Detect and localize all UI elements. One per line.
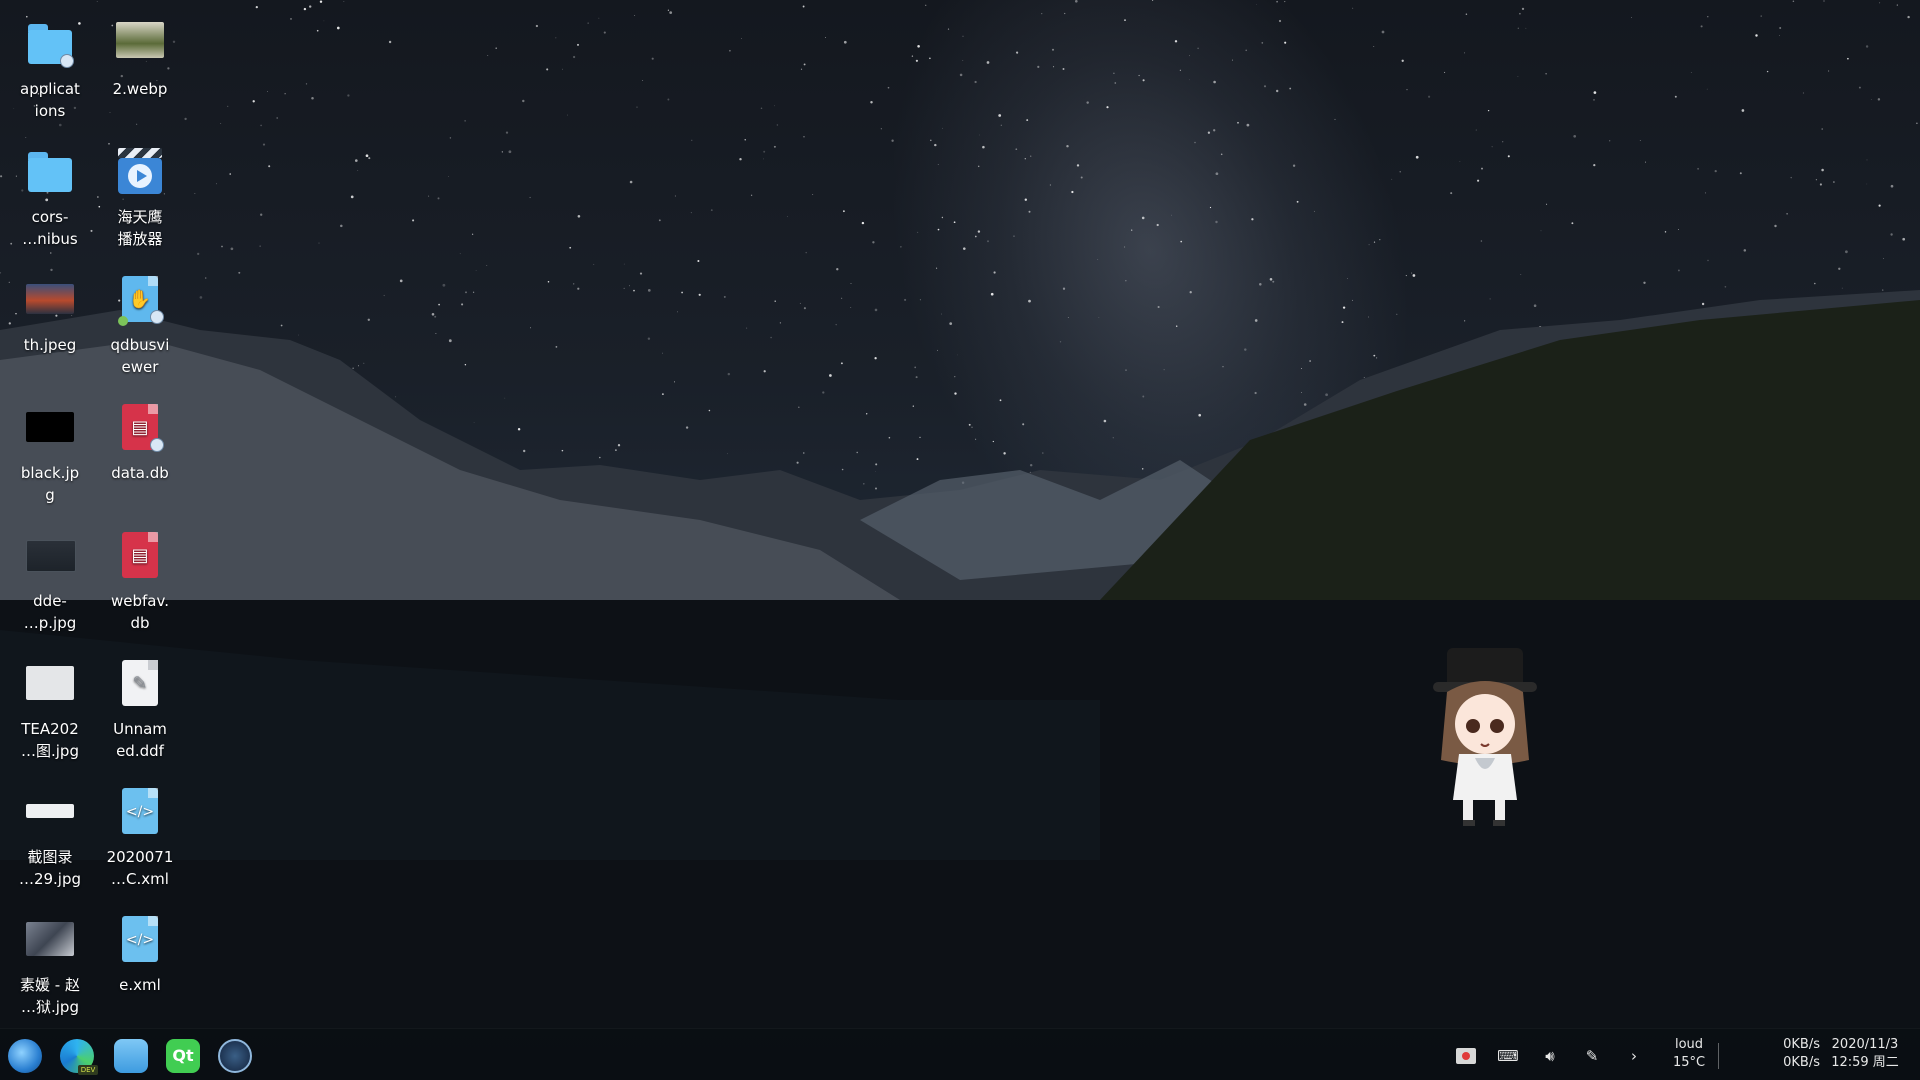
desktop-icon-data-db[interactable]: ▤ data.db bbox=[94, 384, 186, 506]
volume-icon[interactable]: 🔊︎ bbox=[1536, 1042, 1564, 1070]
desktop-icon-dde-jpg[interactable]: dde- …p.jpg bbox=[4, 512, 96, 634]
image-thumbnail-icon bbox=[24, 914, 76, 966]
video-player-icon bbox=[114, 146, 166, 198]
weather-widget[interactable]: loud 15°C bbox=[1664, 1036, 1714, 1072]
system-monitor-icon[interactable] bbox=[218, 1039, 252, 1073]
app-store-icon[interactable] bbox=[114, 1039, 148, 1073]
folder-icon bbox=[24, 18, 76, 70]
weather-condition: loud bbox=[1674, 1037, 1704, 1052]
network-upload-speed: 0KB/s bbox=[1783, 1037, 1820, 1052]
app-icon: ✋ bbox=[114, 274, 166, 326]
desktop-icon-suyuan-jpg[interactable]: 素媛 - 赵 …狱.jpg bbox=[4, 896, 96, 1018]
database-file-icon: ▤ bbox=[114, 402, 166, 454]
desktop-icon-screenshot-jpg[interactable]: 截图录 …29.jpg bbox=[4, 768, 96, 890]
taskbar: DEV Qt ⌨ 🔊︎ ✎ › loud 15°C 0KB/s 0KB/s 20… bbox=[0, 1028, 1920, 1080]
xml-file-icon: </> bbox=[114, 914, 166, 966]
desktop-icon-cors-nibus[interactable]: cors- …nibus bbox=[4, 128, 96, 250]
desktop-icon-2-webp[interactable]: 2.webp bbox=[94, 0, 186, 122]
desktop-icon-unnamed-ddf[interactable]: ✎ Unnam ed.ddf bbox=[94, 640, 186, 762]
image-thumbnail-icon bbox=[24, 786, 76, 838]
deepin-launcher-icon[interactable] bbox=[8, 1039, 42, 1073]
tray-separator bbox=[1718, 1043, 1719, 1069]
image-thumbnail-icon bbox=[24, 530, 76, 582]
desktop-icon-th-jpeg[interactable]: th.jpeg bbox=[4, 256, 96, 378]
database-file-icon: ▤ bbox=[114, 530, 166, 582]
desktop-background: applicat ions cors- …nibus th.jpeg black… bbox=[0, 0, 1920, 1080]
network-download-speed: 0KB/s bbox=[1783, 1055, 1820, 1070]
mountain-landscape bbox=[0, 290, 1920, 1030]
network-speed-widget[interactable]: 0KB/s 0KB/s bbox=[1740, 1036, 1820, 1072]
pen-icon[interactable]: ✎ bbox=[1578, 1042, 1606, 1070]
xml-file-icon: </> bbox=[114, 786, 166, 838]
screen-recorder-icon[interactable] bbox=[1452, 1042, 1480, 1070]
document-file-icon: ✎ bbox=[114, 658, 166, 710]
clock-widget[interactable]: 2020/11/3 12:59 周二 bbox=[1820, 1036, 1910, 1072]
image-thumbnail-icon bbox=[114, 18, 166, 70]
desktop-icon-e-xml[interactable]: </> e.xml bbox=[94, 896, 186, 1018]
keyboard-icon[interactable]: ⌨ bbox=[1494, 1042, 1522, 1070]
desktop-icon-2020071-xml[interactable]: </> 2020071 …C.xml bbox=[94, 768, 186, 890]
dev-badge: DEV bbox=[78, 1065, 98, 1075]
qt-creator-icon[interactable]: Qt bbox=[166, 1039, 200, 1073]
image-thumbnail-icon bbox=[24, 658, 76, 710]
expand-tray-icon[interactable]: › bbox=[1620, 1042, 1648, 1070]
image-thumbnail-icon bbox=[24, 402, 76, 454]
desktop-icon-tea202-jpg[interactable]: TEA202 …图.jpg bbox=[4, 640, 96, 762]
clock-date: 2020/11/3 bbox=[1831, 1037, 1899, 1052]
desktop-icon-webfav-db[interactable]: ▤ webfav. db bbox=[94, 512, 186, 634]
weather-temperature: 15°C bbox=[1672, 1055, 1706, 1070]
edge-dev-icon[interactable]: DEV bbox=[60, 1039, 98, 1075]
desktop-icon-haitianying-player[interactable]: 海天鹰 播放器 bbox=[94, 128, 186, 250]
image-thumbnail-icon bbox=[24, 274, 76, 326]
desktop-icon-qdbusviewer[interactable]: ✋ qdbusvi ewer bbox=[94, 256, 186, 378]
desktop-icon-black-jpg[interactable]: black.jp g bbox=[4, 384, 96, 506]
clock-time: 12:59 周二 bbox=[1831, 1055, 1899, 1070]
folder-icon bbox=[24, 146, 76, 198]
desktop-pet-character[interactable] bbox=[1425, 640, 1545, 830]
desktop-icon-applications[interactable]: applicat ions bbox=[4, 0, 96, 122]
